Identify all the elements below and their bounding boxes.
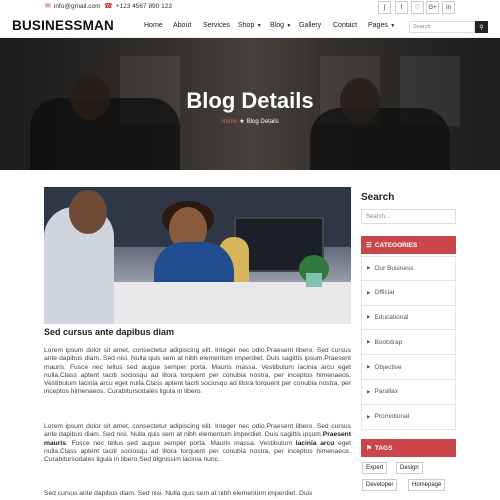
nav-blog-label: Blog (270, 22, 285, 29)
category-label: Our Business (374, 264, 414, 272)
category-label: Official (374, 289, 395, 297)
breadcrumb-home[interactable]: Home (221, 119, 237, 125)
category-item[interactable]: ▶ Our Business (361, 256, 456, 281)
caret-right-icon: ▶ (367, 413, 371, 419)
nav-shop-label: Shop (238, 22, 255, 29)
categories-heading-label: CATEGORIES (374, 241, 418, 249)
breadcrumb-current: Blog Details (246, 119, 279, 125)
caret-down-icon: ▼ (255, 23, 262, 29)
page-hero: Blog Details Home ★ Blog Details (0, 38, 500, 170)
category-label: Promotional (374, 413, 410, 421)
category-label: Educational (374, 313, 409, 321)
nav-item-contact[interactable]: Contact (333, 22, 357, 29)
post-paragraph-2: Lorem ipsum dolor sit amet, consectetur … (44, 423, 351, 464)
email-contact[interactable]: ✉ info@gmail.com (45, 3, 101, 10)
nav-item-gallery[interactable]: Gallery (299, 22, 321, 29)
envelope-icon: ✉ (45, 3, 51, 10)
list-icon: ☰ (366, 242, 372, 249)
phone-icon: ☎ (104, 3, 113, 10)
site-logo[interactable]: BUSINESSMAN (12, 18, 114, 33)
linkedin-icon[interactable]: in (442, 1, 455, 14)
nav-item-shop[interactable]: Shop ▼ (238, 22, 262, 29)
tag-chip[interactable]: Design (396, 462, 423, 474)
sidebar-search-heading: Search (361, 192, 395, 203)
page-title: Blog Details (186, 88, 314, 113)
nav-item-pages[interactable]: Pages ▼ (368, 22, 395, 29)
google-plus-icon[interactable]: G+ (426, 1, 439, 14)
category-item[interactable]: ▶ Educational (361, 305, 456, 331)
category-item[interactable]: ▶ Official (361, 280, 456, 306)
tag-chip[interactable]: Homepage (408, 479, 446, 491)
tags-heading-label: TAGS (374, 444, 393, 452)
facebook-icon[interactable]: f (395, 1, 408, 14)
main-nav: BUSINESSMAN Home About Services Shop ▼ B… (0, 16, 500, 38)
caret-right-icon: ▶ (367, 314, 371, 320)
post-image (44, 187, 351, 324)
image-pot (306, 273, 322, 287)
tag-chip[interactable]: Developer (362, 479, 398, 491)
nav-item-home[interactable]: Home (144, 22, 163, 29)
nav-search-input[interactable]: Search (409, 21, 475, 33)
category-item[interactable]: ▶ Promotional (361, 404, 456, 430)
caret-right-icon: ▶ (367, 364, 371, 370)
nav-item-services[interactable]: Services (203, 22, 230, 29)
caret-right-icon: ▶ (367, 289, 371, 295)
search-icon: ⚲ (479, 24, 484, 31)
rss-icon[interactable]: ʃ (378, 1, 391, 14)
image-head (69, 190, 107, 234)
post-title: Sed cursus ante dapibus diam (44, 327, 175, 337)
category-label: Objective (374, 363, 402, 371)
caret-down-icon: ▼ (388, 23, 396, 29)
phone-text: +123 4567 890 123 (115, 3, 172, 10)
search-button[interactable]: ⚲ (475, 21, 488, 33)
star-icon: ★ (239, 119, 245, 125)
categories-heading: ☰ CATEGORIES (361, 236, 456, 254)
category-item[interactable]: ▶ Parallax (361, 379, 456, 405)
category-list: ▶ Our Business ▶ Official ▶ Educational ▶ Bo… (361, 256, 456, 430)
caret-right-icon: ▶ (367, 339, 371, 345)
caret-right-icon: ▶ (367, 265, 371, 271)
tags-heading: ⚑ TAGS (361, 439, 456, 457)
breadcrumb: Home ★ Blog Details (0, 118, 500, 125)
para2-text: Lorem ipsum dolor sit amet, consectetur … (44, 423, 351, 439)
category-label: Bootstrap (374, 338, 403, 346)
category-item[interactable]: ▶ Objective (361, 355, 456, 380)
category-item[interactable]: ▶ Bootstrap (361, 330, 456, 356)
email-text: info@gmail.com (53, 3, 101, 10)
twitter-icon[interactable]: ♡ (411, 1, 424, 14)
nav-pages-label: Pages (368, 22, 388, 29)
category-label: Parallax (374, 388, 398, 396)
tag-icon: ⚑ (366, 445, 372, 452)
post-paragraph-3: Sed cursus ante dapibus diam. Sed nisi. … (44, 490, 313, 497)
para2-bold: lacinia arcu (295, 439, 335, 447)
caret-down-icon: ▼ (285, 23, 292, 29)
top-bar: ✉ info@gmail.com ☎ +123 4567 890 123 ʃ f… (0, 0, 500, 16)
para2-text: . Fusce nec tellus sed augue semper port… (65, 439, 296, 447)
sidebar-search-input[interactable]: Search... (361, 209, 456, 224)
nav-item-blog[interactable]: Blog ▼ (270, 22, 291, 29)
caret-right-icon: ▶ (367, 388, 371, 394)
post-paragraph-1: Lorem ipsum dolor sit amet, consectetur … (44, 347, 351, 396)
tag-chip[interactable]: Expert (362, 462, 388, 474)
nav-item-about[interactable]: About (173, 22, 191, 29)
phone-contact[interactable]: ☎ +123 4567 890 123 (104, 3, 172, 10)
